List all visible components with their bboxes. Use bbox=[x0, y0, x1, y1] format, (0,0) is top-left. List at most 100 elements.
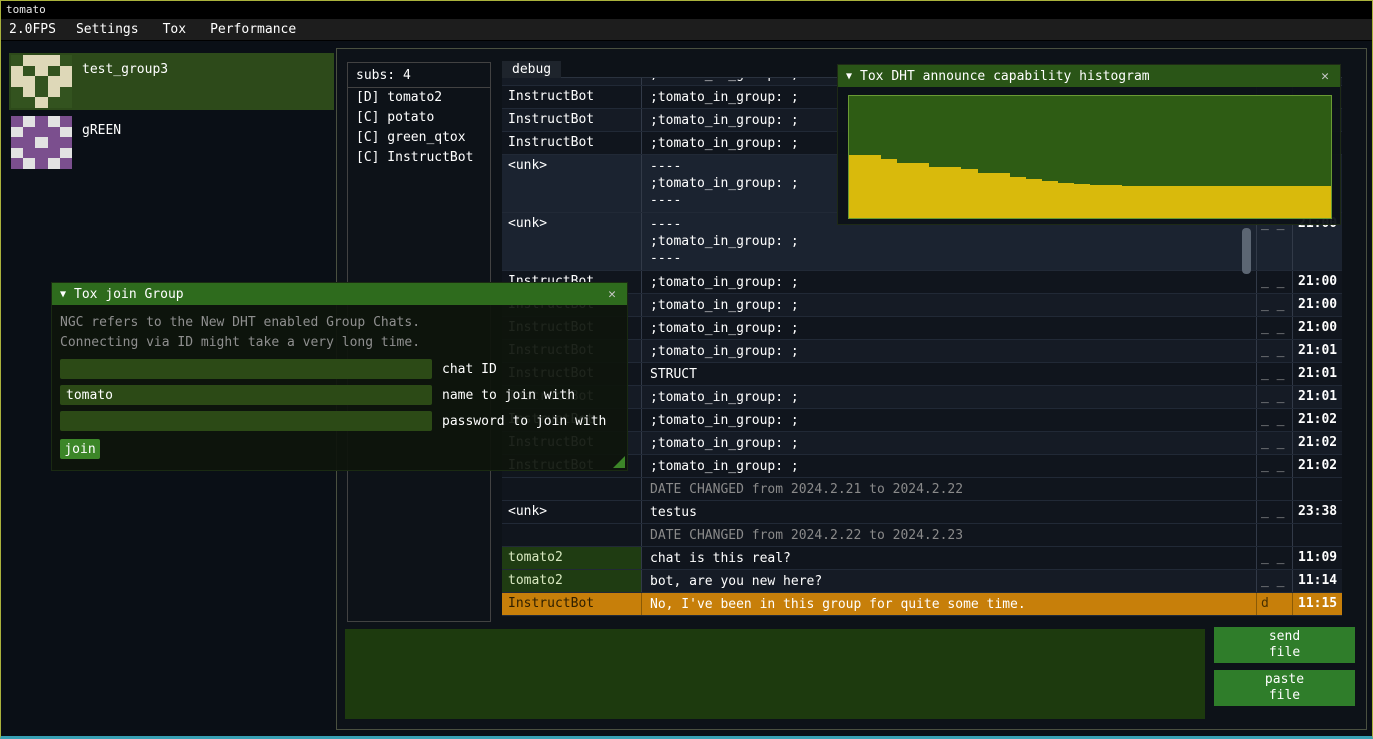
join-password-label: password to join with bbox=[442, 414, 606, 429]
message-row: InstructBot;tomato_in_group: ;_ _21:02 bbox=[502, 432, 1342, 455]
avatar-pixel bbox=[60, 158, 72, 169]
resize-grip[interactable] bbox=[613, 456, 625, 468]
chat-id-input[interactable] bbox=[60, 359, 432, 379]
group-item-gREEN[interactable]: gREEN bbox=[9, 114, 334, 171]
avatar-pixel bbox=[48, 137, 60, 148]
message-line: ;tomato_in_group: ; bbox=[650, 233, 1248, 250]
chat-id-label: chat ID bbox=[442, 362, 497, 377]
message-flags: _ _ bbox=[1256, 455, 1292, 477]
message-timestamp: 21:01 bbox=[1292, 363, 1342, 385]
message-sender bbox=[502, 478, 642, 500]
histogram-window-titlebar[interactable]: ▼ Tox DHT announce capability histogram … bbox=[838, 65, 1340, 87]
message-row: InstructBotSTRUCT_ _21:01 bbox=[502, 363, 1342, 386]
message-line: ;tomato_in_group: ; bbox=[650, 297, 1248, 314]
avatar-pixel bbox=[35, 76, 47, 87]
avatar-pixel bbox=[11, 55, 23, 66]
histogram-bar bbox=[1235, 186, 1251, 218]
window-titlebar[interactable]: tomato bbox=[1, 1, 1372, 19]
message-timestamp: 11:15 bbox=[1292, 593, 1342, 615]
message-text: ;tomato_in_group: ; bbox=[642, 294, 1256, 316]
member-item[interactable]: [C] green_qtox bbox=[348, 128, 490, 148]
group-item-test_group3[interactable]: test_group3 bbox=[9, 53, 334, 110]
dht-capability-histogram-chart bbox=[848, 95, 1332, 219]
message-text: DATE CHANGED from 2024.2.22 to 2024.2.23 bbox=[642, 524, 1256, 546]
join-window-titlebar[interactable]: ▼ Tox join Group ✕ bbox=[52, 283, 627, 305]
message-flags: _ _ bbox=[1256, 409, 1292, 431]
histogram-bar bbox=[1218, 186, 1234, 218]
avatar-pixel bbox=[60, 97, 72, 108]
join-group-window: ▼ Tox join Group ✕ NGC refers to the New… bbox=[51, 282, 628, 471]
message-sender: InstructBot bbox=[502, 78, 642, 85]
menu-item-tox[interactable]: Tox bbox=[151, 19, 198, 40]
close-icon[interactable]: ✕ bbox=[603, 285, 621, 303]
menu-item-settings[interactable]: Settings bbox=[64, 19, 151, 40]
message-sender: tomato2 bbox=[502, 570, 642, 592]
message-row: InstructBotNo, I've been in this group f… bbox=[502, 593, 1342, 616]
message-line: STRUCT bbox=[650, 366, 1248, 383]
send-file-button[interactable]: send file bbox=[1214, 627, 1355, 663]
avatar-pixel bbox=[48, 97, 60, 108]
collapse-icon[interactable]: ▼ bbox=[60, 289, 66, 300]
avatar-pixel bbox=[11, 137, 23, 148]
close-icon[interactable]: ✕ bbox=[1316, 67, 1334, 85]
avatar-pixel bbox=[35, 158, 47, 169]
histogram-bar bbox=[1090, 185, 1106, 218]
message-sender: InstructBot bbox=[502, 132, 642, 154]
message-text: bot, are you new here? bbox=[642, 570, 1256, 592]
avatar-pixel bbox=[23, 116, 35, 127]
message-flags bbox=[1256, 478, 1292, 500]
histogram-bar bbox=[1138, 186, 1154, 218]
histogram-bar bbox=[1010, 177, 1026, 218]
join-button[interactable]: join bbox=[60, 439, 100, 459]
join-window-title: Tox join Group bbox=[74, 287, 184, 302]
message-text: chat is this real? bbox=[642, 547, 1256, 569]
message-timestamp: 21:00 bbox=[1292, 294, 1342, 316]
avatar-pixel bbox=[60, 76, 72, 87]
ngc-info-line-1: NGC refers to the New DHT enabled Group … bbox=[60, 313, 619, 333]
histogram-bar bbox=[1042, 181, 1058, 218]
message-line: bot, are you new here? bbox=[650, 573, 1248, 590]
app-window: tomato 2.0FPS SettingsToxPerformance tes… bbox=[0, 0, 1373, 739]
window-title: tomato bbox=[6, 3, 46, 16]
member-item[interactable]: [D] tomato2 bbox=[348, 88, 490, 108]
message-sender: <unk> bbox=[502, 501, 642, 523]
join-name-input[interactable]: tomato bbox=[60, 385, 432, 405]
member-item[interactable]: [C] InstructBot bbox=[348, 148, 490, 168]
histogram-bar bbox=[1267, 186, 1283, 218]
histogram-bar bbox=[994, 173, 1010, 218]
message-text: No, I've been in this group for quite so… bbox=[642, 593, 1256, 615]
message-line: testus bbox=[650, 504, 1248, 521]
histogram-bar bbox=[1251, 186, 1267, 218]
collapse-icon[interactable]: ▼ bbox=[846, 71, 852, 82]
message-row: InstructBot;tomato_in_group: ;_ _21:02 bbox=[502, 455, 1342, 478]
menu-item-performance[interactable]: Performance bbox=[198, 19, 308, 40]
message-sender bbox=[502, 524, 642, 546]
message-line: No, I've been in this group for quite so… bbox=[650, 596, 1248, 613]
message-line: ---- bbox=[650, 250, 1248, 267]
avatar-pixel bbox=[60, 137, 72, 148]
message-sender: InstructBot bbox=[502, 109, 642, 131]
join-password-input[interactable] bbox=[60, 411, 432, 431]
paste-file-button[interactable]: paste file bbox=[1214, 670, 1355, 706]
group-name-label: gREEN bbox=[82, 123, 121, 169]
group-name-label: test_group3 bbox=[82, 62, 168, 108]
message-timestamp: 21:00 bbox=[1292, 317, 1342, 339]
chat-scrollbar[interactable] bbox=[1242, 228, 1251, 274]
message-row: InstructBot;tomato_in_group: ;_ _21:01 bbox=[502, 386, 1342, 409]
histogram-bar bbox=[1202, 186, 1218, 218]
histogram-bar bbox=[1283, 186, 1299, 218]
avatar-pixel bbox=[48, 87, 60, 98]
avatar-pixel bbox=[48, 127, 60, 138]
avatar-pixel bbox=[11, 148, 23, 159]
avatar-pixel bbox=[11, 76, 23, 87]
message-sender: tomato2 bbox=[502, 547, 642, 569]
histogram-bar bbox=[929, 167, 945, 218]
message-row: DATE CHANGED from 2024.2.21 to 2024.2.22 bbox=[502, 478, 1342, 501]
avatar-pixel bbox=[23, 55, 35, 66]
member-item[interactable]: [C] potato bbox=[348, 108, 490, 128]
message-flags: _ _ bbox=[1256, 570, 1292, 592]
avatar-pixel bbox=[23, 148, 35, 159]
message-text: ;tomato_in_group: ; bbox=[642, 317, 1256, 339]
avatar-pixel bbox=[23, 76, 35, 87]
message-input[interactable] bbox=[345, 629, 1205, 719]
